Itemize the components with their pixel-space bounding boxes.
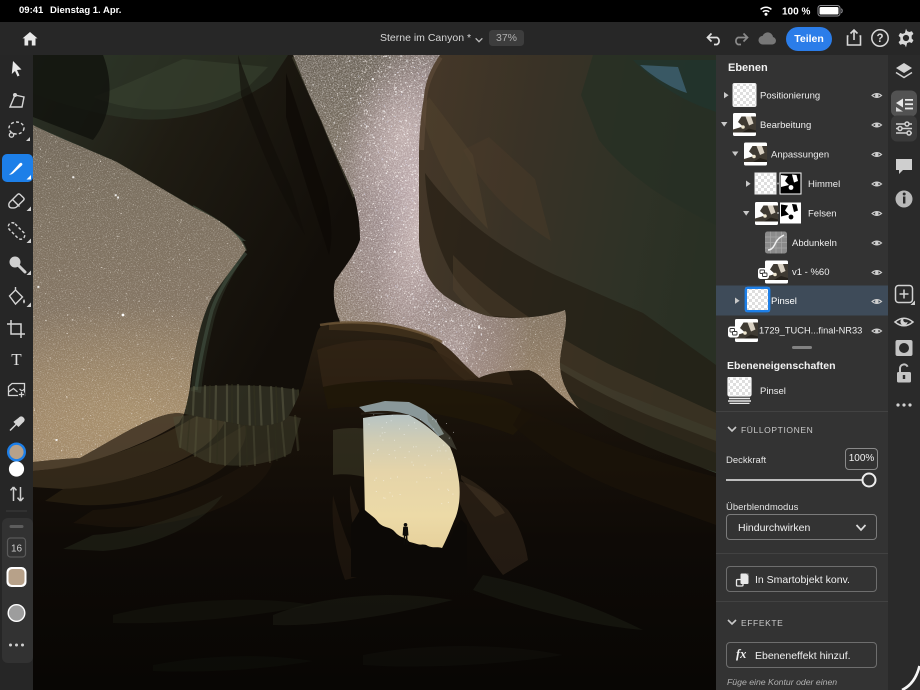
svg-text:Bearbeitung: Bearbeitung [760,120,811,131]
svg-text:?: ? [876,33,883,45]
svg-text:1729_TUCH...final-NR33: 1729_TUCH...final-NR33 [759,326,862,336]
svg-text:100 %: 100 % [782,7,810,18]
svg-text:16: 16 [11,544,23,555]
svg-text:v1 - %60: v1 - %60 [792,267,830,278]
svg-text:Felsen: Felsen [808,209,837,220]
svg-text:Anpassungen: Anpassungen [771,150,829,161]
svg-text:Abdunkeln: Abdunkeln [792,238,837,249]
svg-text:T: T [11,350,22,369]
svg-text:Positionierung: Positionierung [760,91,820,102]
svg-text:Himmel: Himmel [808,179,840,190]
svg-text:Pinsel: Pinsel [771,296,797,307]
